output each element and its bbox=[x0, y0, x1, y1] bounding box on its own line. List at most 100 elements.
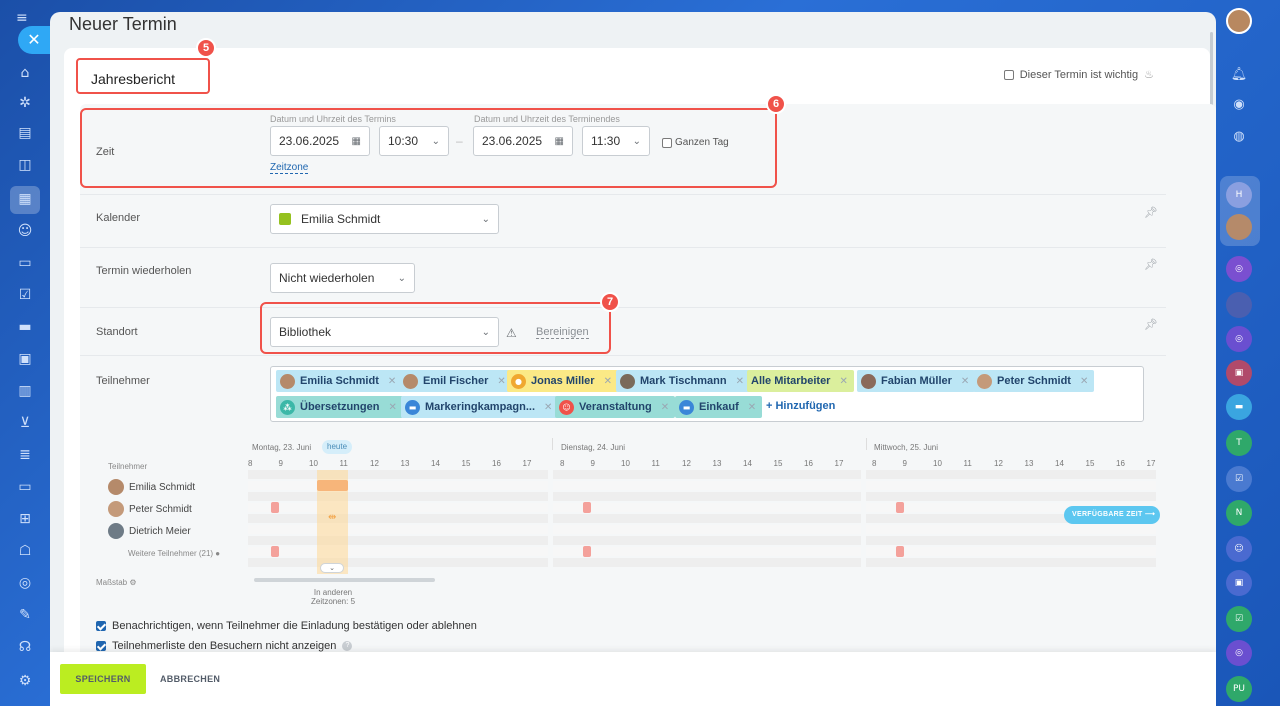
start-date-input[interactable]: 23.06.2025 ▦ bbox=[270, 126, 370, 156]
tasks-icon[interactable]: ▤ bbox=[16, 124, 34, 142]
grid-row[interactable] bbox=[248, 503, 548, 512]
scale-label[interactable]: Maßstab ⚙ bbox=[96, 578, 137, 587]
grid-row[interactable] bbox=[866, 536, 1156, 545]
clear-location-link[interactable]: Bereinigen bbox=[536, 326, 589, 339]
expand-chevron-icon[interactable]: ⌄ bbox=[320, 563, 344, 573]
participant-tag[interactable]: Peter Schmidt ✕ bbox=[973, 370, 1095, 392]
channel-icon[interactable]: ◎ bbox=[1226, 326, 1252, 352]
settings-icon[interactable]: ✲ bbox=[16, 94, 34, 112]
shop-icon[interactable]: ⊻ bbox=[16, 414, 34, 432]
start-time-select[interactable]: 10:30 ⌄ bbox=[379, 126, 449, 156]
headset-icon[interactable]: ☊ bbox=[16, 638, 34, 656]
hide-list-checkbox[interactable] bbox=[96, 641, 106, 651]
grid-row[interactable] bbox=[866, 481, 1156, 490]
remove-icon[interactable]: ✕ bbox=[736, 376, 744, 387]
gear-icon[interactable]: ⚙ bbox=[16, 672, 34, 690]
robot-icon[interactable]: ☖ bbox=[16, 542, 34, 560]
remove-icon[interactable]: ✕ bbox=[497, 376, 505, 387]
pin-icon[interactable]: 📌︎ bbox=[1144, 258, 1158, 271]
remove-icon[interactable]: ✕ bbox=[604, 376, 612, 387]
all-day-checkbox[interactable] bbox=[662, 137, 672, 148]
remove-icon[interactable]: ✕ bbox=[544, 402, 552, 413]
participant-tag[interactable]: ☺ Veranstaltung ✕ bbox=[555, 396, 676, 418]
remove-icon[interactable]: ✕ bbox=[661, 402, 669, 413]
notify-option[interactable]: Benachrichtigen, wenn Teilnehmer die Ein… bbox=[96, 620, 477, 632]
calendar-icon[interactable]: ▦ bbox=[16, 190, 34, 208]
home-icon[interactable]: ⌂ bbox=[16, 64, 34, 82]
all-day-toggle[interactable]: Ganzen Tag bbox=[662, 137, 729, 148]
event-name-input[interactable]: Jahresbericht bbox=[76, 58, 210, 94]
notify-checkbox[interactable] bbox=[96, 621, 106, 631]
grid-row[interactable] bbox=[553, 481, 861, 490]
card-icon[interactable]: ▭ bbox=[16, 478, 34, 496]
cancel-button[interactable]: ABBRECHEN bbox=[160, 664, 220, 694]
pin-icon[interactable]: 📌︎ bbox=[1144, 318, 1158, 331]
chat-initial-icon[interactable]: T bbox=[1226, 430, 1252, 456]
grid-row[interactable] bbox=[553, 492, 861, 501]
calendar-picker-icon[interactable]: ▦ bbox=[555, 136, 564, 147]
grid-row[interactable] bbox=[248, 558, 548, 567]
grid-row[interactable] bbox=[248, 481, 548, 490]
grid-row[interactable] bbox=[866, 525, 1156, 534]
grid-row[interactable] bbox=[553, 558, 861, 567]
chat-avatar-icon[interactable]: H bbox=[1226, 182, 1252, 208]
pulse-icon[interactable]: ◉ bbox=[1226, 92, 1252, 118]
end-time-select[interactable]: 11:30 ⌄ bbox=[582, 126, 650, 156]
message-icon[interactable]: ▬ bbox=[1226, 394, 1252, 420]
hide-list-option[interactable]: Teilnehmerliste den Besuchern nicht anze… bbox=[96, 640, 353, 652]
more-participants-label[interactable]: Weitere Teilnehmer (21) ● bbox=[128, 549, 220, 558]
pin-icon[interactable]: 📌︎ bbox=[1144, 206, 1158, 219]
help-icon[interactable]: ? bbox=[342, 641, 353, 651]
grid-row[interactable] bbox=[248, 470, 548, 479]
participant-tag[interactable]: Fabian Müller ✕ bbox=[857, 370, 976, 392]
checklist-icon[interactable]: ☑ bbox=[16, 286, 34, 304]
checkbox-icon[interactable]: ☑ bbox=[1226, 466, 1252, 492]
menu-icon[interactable]: ≡ bbox=[16, 10, 28, 26]
drive-icon[interactable]: ▬ bbox=[16, 318, 34, 336]
location-select[interactable]: Bibliothek ⌄ bbox=[270, 317, 499, 347]
grid-row[interactable] bbox=[866, 547, 1156, 556]
remove-icon[interactable]: ✕ bbox=[1080, 376, 1088, 387]
contacts-icon[interactable]: ☺ bbox=[16, 222, 34, 240]
bell-icon[interactable]: 🔔︎ bbox=[1226, 62, 1252, 88]
chat-initial-icon[interactable]: N bbox=[1226, 500, 1252, 526]
remove-icon[interactable]: ✕ bbox=[839, 376, 847, 387]
presentation-icon[interactable]: ▣ bbox=[16, 350, 34, 368]
close-slider-button[interactable]: ✕ bbox=[18, 26, 50, 54]
analytics-icon[interactable]: ▥ bbox=[16, 382, 34, 400]
chat-icon[interactable]: ◫ bbox=[16, 156, 34, 174]
search-chat-icon[interactable]: ◍ bbox=[1226, 124, 1252, 150]
repeat-select[interactable]: Nicht wiederholen ⌄ bbox=[270, 263, 415, 293]
group-icon[interactable]: ☺ bbox=[1226, 536, 1252, 562]
add-participant-link[interactable]: + Hinzufügen bbox=[766, 400, 835, 412]
selected-time-block[interactable] bbox=[317, 480, 348, 491]
participant-tag[interactable]: ▬ Einkauf ✕ bbox=[675, 396, 763, 418]
grid-row[interactable] bbox=[248, 547, 548, 556]
grid-row[interactable] bbox=[248, 492, 548, 501]
chat-initial-icon[interactable]: PU bbox=[1226, 676, 1252, 702]
drag-handle-icon[interactable]: ⇹ bbox=[328, 512, 336, 523]
remove-icon[interactable]: ✕ bbox=[961, 376, 969, 387]
grid-row[interactable] bbox=[866, 470, 1156, 479]
chat-avatar-icon[interactable] bbox=[1226, 214, 1252, 240]
grid-row[interactable] bbox=[248, 525, 548, 534]
timezone-link[interactable]: Zeitzone bbox=[270, 162, 309, 174]
grid-row[interactable] bbox=[553, 536, 861, 545]
remove-icon[interactable]: ✕ bbox=[388, 376, 396, 387]
user-avatar[interactable] bbox=[1226, 8, 1252, 34]
remove-icon[interactable]: ✕ bbox=[748, 402, 756, 413]
lock-icon[interactable]: ▣ bbox=[1226, 360, 1252, 386]
calendar-picker-icon[interactable]: ▦ bbox=[352, 136, 361, 147]
calendar-select[interactable]: Emilia Schmidt ⌄ bbox=[270, 204, 499, 234]
grid-row[interactable] bbox=[553, 514, 861, 523]
remove-icon[interactable]: ✕ bbox=[388, 402, 396, 413]
participant-tag[interactable]: Mark Tischmann ✕ bbox=[616, 370, 750, 392]
checkbox-icon[interactable]: ☑ bbox=[1226, 606, 1252, 632]
grid-row[interactable] bbox=[866, 492, 1156, 501]
participant-tag[interactable]: ● Jonas Miller ✕ bbox=[507, 370, 618, 392]
grid-row[interactable] bbox=[553, 470, 861, 479]
participant-tag[interactable]: Emil Fischer ✕ bbox=[399, 370, 512, 392]
grid-row[interactable] bbox=[248, 536, 548, 545]
important-toggle[interactable]: Dieser Termin ist wichtig ♨ bbox=[1003, 68, 1154, 81]
table-icon[interactable]: ⊞ bbox=[16, 510, 34, 528]
